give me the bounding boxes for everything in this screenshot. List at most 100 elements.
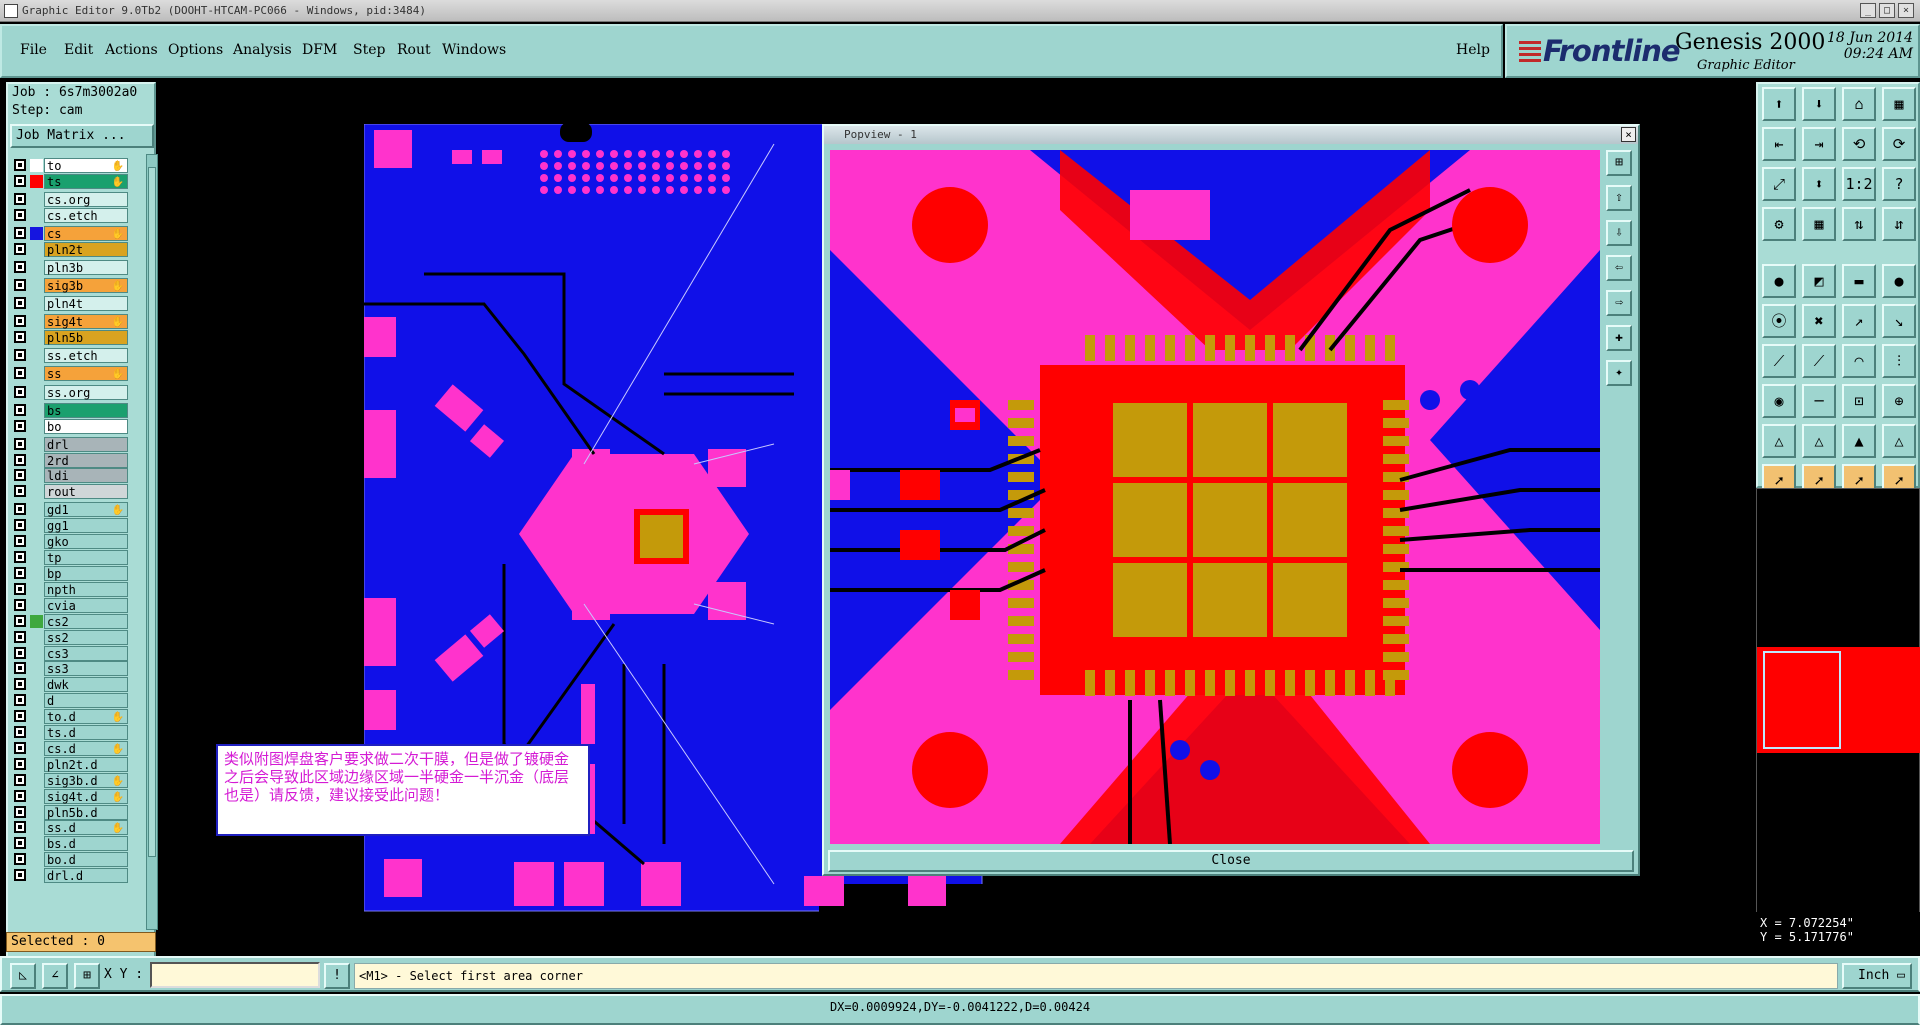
layer-row[interactable]: sig3b ✋ [12, 278, 132, 294]
arrow-up-right-icon[interactable]: ↗ [1842, 304, 1876, 338]
layer-row[interactable]: ss.etch [12, 348, 132, 364]
layer-row[interactable]: pln5b [12, 330, 132, 346]
scale-icon[interactable]: 1:2 [1842, 167, 1876, 201]
popview-close-x-button[interactable]: × [1621, 127, 1636, 142]
layer-affected-checkbox[interactable] [14, 242, 26, 255]
alert-icon[interactable]: ! [324, 963, 350, 989]
grid-view-icon[interactable]: ▦ [1882, 87, 1916, 121]
layer-row[interactable]: cs3 [12, 645, 132, 661]
layer-row[interactable]: ts ✋ [12, 173, 132, 189]
layer-row[interactable]: bs.d [12, 836, 132, 852]
layer-color-swatch[interactable] [30, 821, 43, 834]
layer-color-swatch[interactable] [30, 454, 43, 467]
layer-row[interactable]: pln4t [12, 296, 132, 312]
layer-color-swatch[interactable] [30, 243, 43, 256]
align-left-icon[interactable]: ⇤ [1762, 127, 1796, 161]
layer-row[interactable]: cs.d ✋ [12, 740, 132, 756]
target-icon[interactable]: ◉ [1762, 384, 1796, 418]
layer-color-swatch[interactable] [30, 710, 43, 723]
overview-view-frame[interactable] [1763, 651, 1841, 749]
scrollbar-thumb[interactable] [148, 167, 156, 857]
layer-color-swatch[interactable] [30, 485, 43, 498]
popview-zoom-in-icon[interactable]: ✚ [1606, 325, 1632, 351]
layer-color-swatch[interactable] [30, 869, 43, 882]
layer-color-swatch[interactable] [30, 404, 43, 417]
layer-color-swatch[interactable] [30, 662, 43, 675]
layer-color-swatch[interactable] [30, 551, 43, 564]
triangle-icon[interactable]: △ [1762, 424, 1796, 458]
layer-color-swatch[interactable] [30, 837, 43, 850]
pad-icon[interactable]: ● [1762, 264, 1796, 298]
menu-file[interactable]: File [20, 42, 47, 58]
layer-affected-checkbox[interactable] [14, 349, 26, 362]
layer-row[interactable]: gd1 ✋ [12, 502, 132, 518]
layer-affected-checkbox[interactable] [14, 503, 26, 516]
menu-actions[interactable]: Actions [105, 42, 158, 58]
menu-step[interactable]: Step [353, 42, 385, 58]
popview-fit-icon[interactable]: ⊞ [1606, 150, 1632, 176]
layer-row[interactable]: tp [12, 550, 132, 566]
cross-icon[interactable]: ✖ [1802, 304, 1836, 338]
slash-icon[interactable]: ⟋ [1762, 344, 1796, 378]
layer-affected-checkbox[interactable] [14, 773, 26, 786]
layer-color-swatch[interactable] [30, 567, 43, 580]
menu-dfm[interactable]: DFM [302, 42, 337, 58]
layer-scrollbar[interactable] [146, 154, 158, 930]
layer-affected-checkbox[interactable] [14, 208, 26, 221]
layer-color-swatch[interactable] [30, 742, 43, 755]
popview-left-icon[interactable]: ⇦ [1606, 255, 1632, 281]
layer-row[interactable]: bp [12, 566, 132, 581]
home-icon[interactable]: ⌂ [1842, 87, 1876, 121]
filled-triangle-icon[interactable]: ▲ [1842, 424, 1876, 458]
align-right-icon[interactable]: ⇥ [1802, 127, 1836, 161]
layer-affected-checkbox[interactable] [14, 678, 26, 691]
layer-affected-checkbox[interactable] [14, 453, 26, 466]
layer-row[interactable]: bo [12, 418, 132, 434]
layer-color-swatch[interactable] [30, 774, 43, 787]
layer-row[interactable]: to.d ✋ [12, 709, 132, 725]
layer-affected-checkbox[interactable] [14, 174, 26, 187]
layer-affected-checkbox[interactable] [14, 598, 26, 611]
line-icon[interactable]: ▬ [1842, 264, 1876, 298]
layer-affected-checkbox[interactable] [14, 437, 26, 450]
node-icon[interactable]: ⦿ [1762, 304, 1796, 338]
layer-affected-checkbox[interactable] [14, 485, 26, 498]
layer-affected-checkbox[interactable] [14, 582, 26, 595]
layer-affected-checkbox[interactable] [14, 662, 26, 675]
zoom-vertical-icon[interactable]: ⬍ [1802, 167, 1836, 201]
layer-row[interactable]: cs.etch [12, 207, 132, 223]
layer-row[interactable]: ldi [12, 468, 132, 484]
layer-color-swatch[interactable] [30, 678, 43, 691]
layer-row[interactable]: ss3 [12, 661, 132, 677]
layer-color-swatch[interactable] [30, 193, 43, 206]
menu-options[interactable]: Options [168, 42, 223, 58]
layer-color-swatch[interactable] [30, 758, 43, 771]
horizontal-line-icon[interactable]: ─ [1802, 384, 1836, 418]
arrow-down-right-icon[interactable]: ↘ [1882, 304, 1916, 338]
layer-affected-checkbox[interactable] [14, 297, 26, 310]
layer-affected-checkbox[interactable] [14, 367, 26, 380]
grid-icon[interactable]: ▦ [1802, 207, 1836, 241]
layer-affected-checkbox[interactable] [14, 159, 26, 171]
snap-mode-icon[interactable]: ◺ [10, 963, 36, 989]
dash-icon[interactable]: ⫶ [1882, 344, 1916, 378]
measure-icon[interactable]: ∠ [42, 963, 68, 989]
flip-icon[interactable]: ⇅ [1842, 207, 1876, 241]
layer-color-swatch[interactable] [30, 535, 43, 548]
layer-color-swatch[interactable] [30, 315, 43, 328]
layer-color-swatch[interactable] [30, 503, 43, 516]
layer-row[interactable]: ss2 [12, 629, 132, 645]
redo-icon[interactable]: ⟳ [1882, 127, 1916, 161]
layer-affected-checkbox[interactable] [14, 227, 26, 239]
arc-icon[interactable]: ◠ [1842, 344, 1876, 378]
layer-affected-checkbox[interactable] [14, 385, 26, 398]
layer-color-swatch[interactable] [30, 209, 43, 222]
layer-color-swatch[interactable] [30, 227, 43, 240]
layer-color-swatch[interactable] [30, 469, 43, 482]
layer-color-swatch[interactable] [30, 853, 43, 866]
layer-row[interactable]: sig4t ✋ [12, 314, 132, 330]
triangle-outline-icon[interactable]: △ [1882, 424, 1916, 458]
settings-icon[interactable]: ⚙ [1762, 207, 1796, 241]
layer-color-swatch[interactable] [30, 261, 43, 274]
minimize-button[interactable]: _ [1860, 3, 1876, 18]
